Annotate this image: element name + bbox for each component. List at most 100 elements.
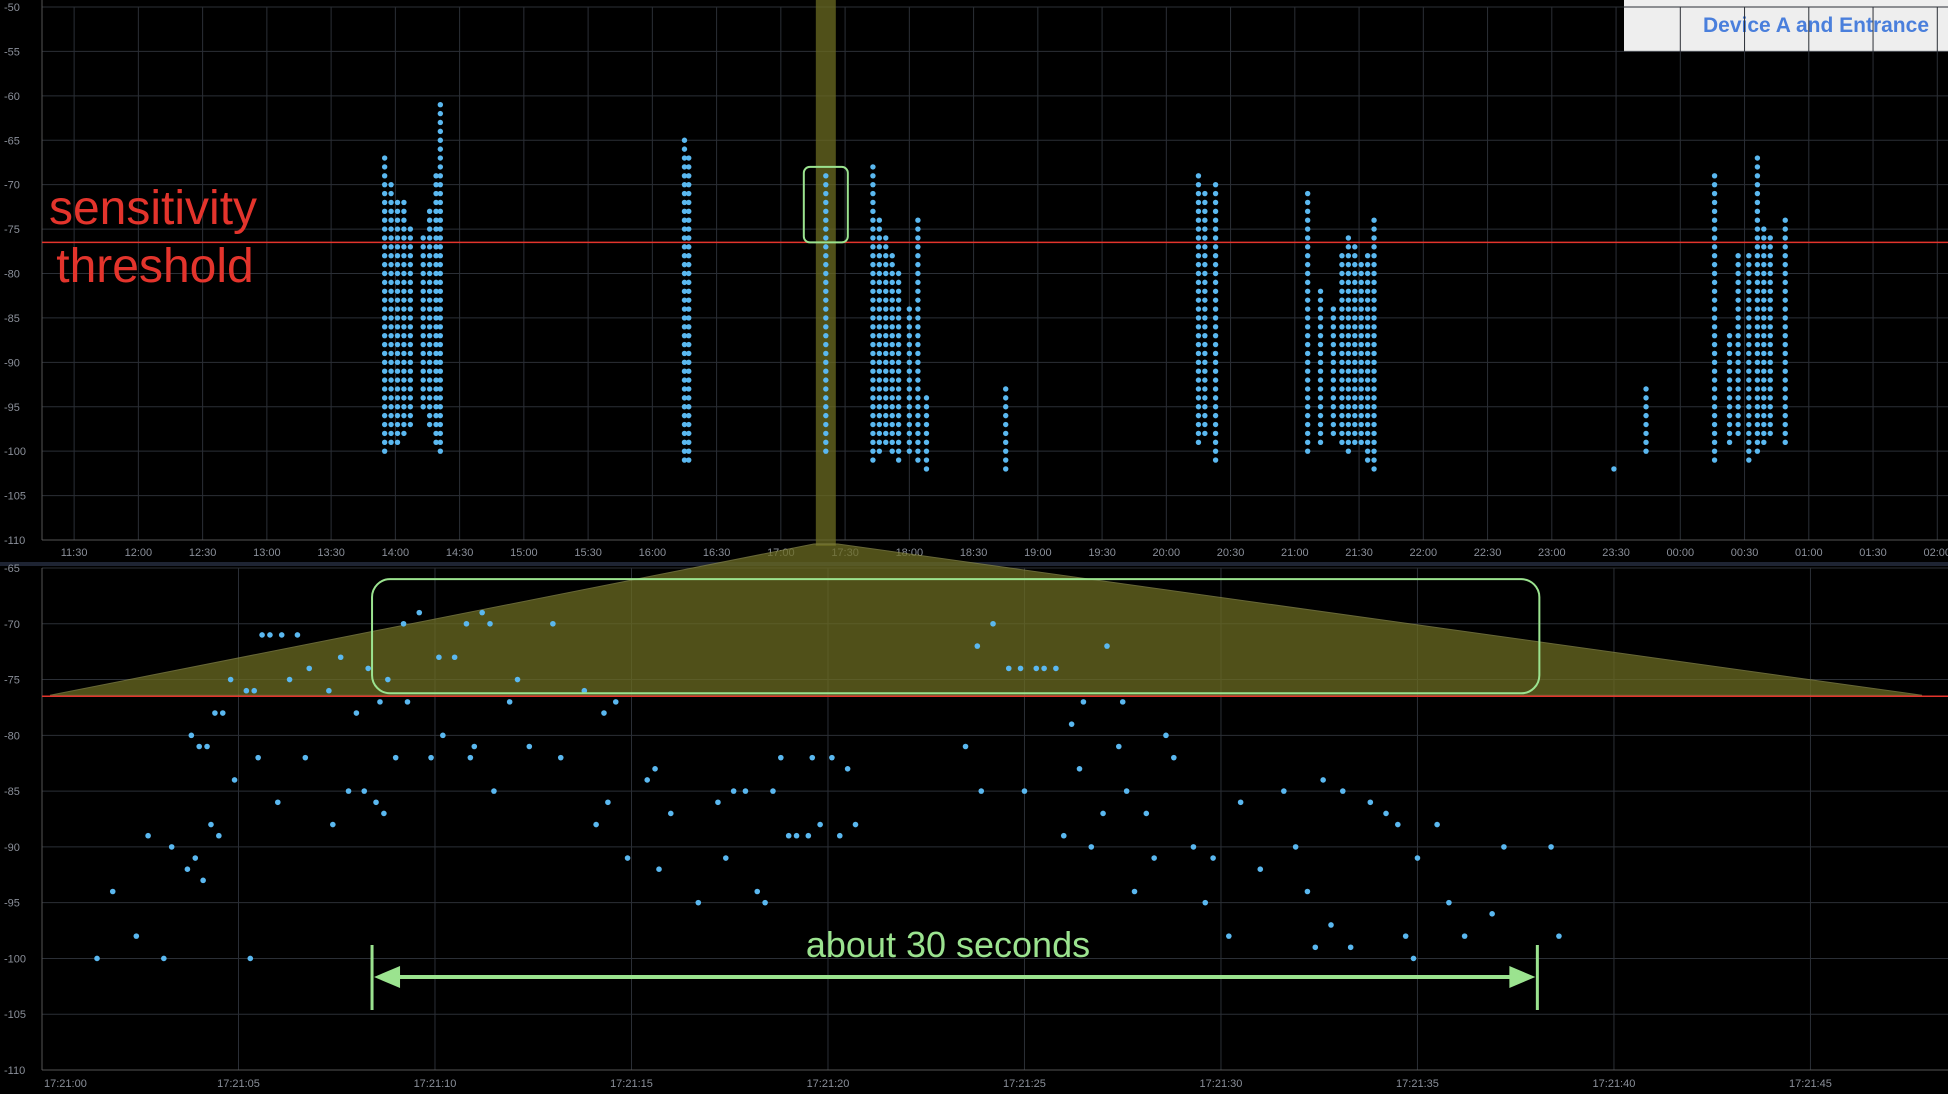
top-data-point [1358,412,1364,419]
top-data-point [1754,306,1761,312]
bottom-data-point [212,710,218,716]
bottom-data-point [1210,855,1216,861]
top-data-point [381,208,388,215]
top-data-point [1212,244,1219,250]
top-data-point [883,315,889,321]
top-data-point [1304,208,1311,215]
top-data-point [1711,421,1718,428]
top-data-point [407,377,414,383]
top-data-point [401,279,407,286]
top-data-point [870,181,876,188]
top-data-point [870,368,876,374]
top-data-point [388,421,394,428]
top-data-point [889,315,895,321]
top-data-point [1767,288,1773,294]
top-data-point [1304,288,1311,294]
top-data-point [870,306,876,312]
top-data-point [686,368,692,374]
top-data-point [1711,297,1718,303]
top-data-point [401,270,407,277]
top-data-point [915,270,921,277]
top-data-point [906,448,913,454]
top-data-point [1371,377,1377,383]
top-data-point [1195,199,1202,206]
top-data-point [915,377,921,383]
top-data-point [1782,261,1788,268]
top-x-tick-label: 11:30 [61,547,88,559]
top-data-point [686,412,692,419]
top-data-point [915,315,921,321]
top-data-point [1352,297,1358,303]
top-data-point [686,439,692,445]
top-data-point [394,288,401,294]
top-data-point [381,315,388,321]
top-data-point [1339,368,1345,374]
bottom-data-point [294,632,301,638]
top-data-point [1212,439,1219,445]
top-data-point [823,261,829,268]
top-data-point [1339,359,1345,366]
top-data-point [1364,457,1371,463]
bottom-data-point [1383,810,1389,817]
top-data-point [889,324,895,330]
top-data-point [437,359,444,366]
bottom-data-point [1171,754,1177,761]
top-data-point [1754,404,1761,410]
top-data-point [1711,306,1718,312]
top-data-point [1711,190,1718,197]
top-data-point [1746,324,1752,330]
top-data-point [394,412,401,419]
bottom-data-point [742,788,749,794]
bottom-data-point [1100,810,1106,817]
top-data-point [1202,395,1208,401]
bottom-data-point [644,777,651,783]
top-data-point [388,395,394,401]
top-data-point [437,181,444,188]
top-data-point [1711,350,1718,357]
top-data-point [686,395,692,401]
top-data-point [1643,439,1649,445]
top-data-point [1202,377,1208,383]
top-data-point [381,155,388,161]
top-data-point [1317,421,1324,428]
top-data-point [1754,332,1761,339]
bottom-x-tick-label: 17:21:10 [414,1078,457,1090]
top-data-point [407,404,414,410]
bottom-data-point [400,620,407,627]
top-data-point [1317,297,1324,303]
top-data-point [1330,404,1337,410]
top-data-point [1754,412,1761,419]
bottom-data-point [1202,899,1209,906]
top-data-point [1726,439,1733,445]
top-x-tick-label: 19:00 [1024,547,1052,559]
bottom-data-point [852,821,859,828]
top-data-point [437,164,444,170]
top-data-point [1317,315,1324,321]
top-data-point [1202,270,1208,277]
bottom-data-point [1115,743,1122,750]
top-data-point [1711,173,1718,179]
top-data-point [1711,217,1718,223]
top-data-point [388,288,394,294]
top-data-point [883,261,889,268]
top-data-point [1782,421,1788,428]
top-x-tick-label: 00:30 [1731,547,1759,559]
bottom-x-tick-label: 17:21:05 [217,1078,260,1090]
top-data-point [823,297,829,303]
bottom-data-point [467,754,474,761]
top-data-point [1746,395,1752,401]
top-data-point [1767,306,1773,312]
top-data-point [1735,279,1741,286]
top-data-point [1330,386,1337,392]
top-data-point [1317,368,1324,374]
top-data-point [823,199,829,206]
top-data-point [876,253,883,259]
bottom-data-point [1088,844,1095,850]
top-data-point [686,457,692,463]
bottom-data-point [974,643,981,649]
top-data-point [1212,350,1219,357]
top-data-point [1317,439,1324,445]
top-data-point [1767,244,1773,250]
top-data-point [388,181,394,188]
top-data-point [1304,253,1311,259]
